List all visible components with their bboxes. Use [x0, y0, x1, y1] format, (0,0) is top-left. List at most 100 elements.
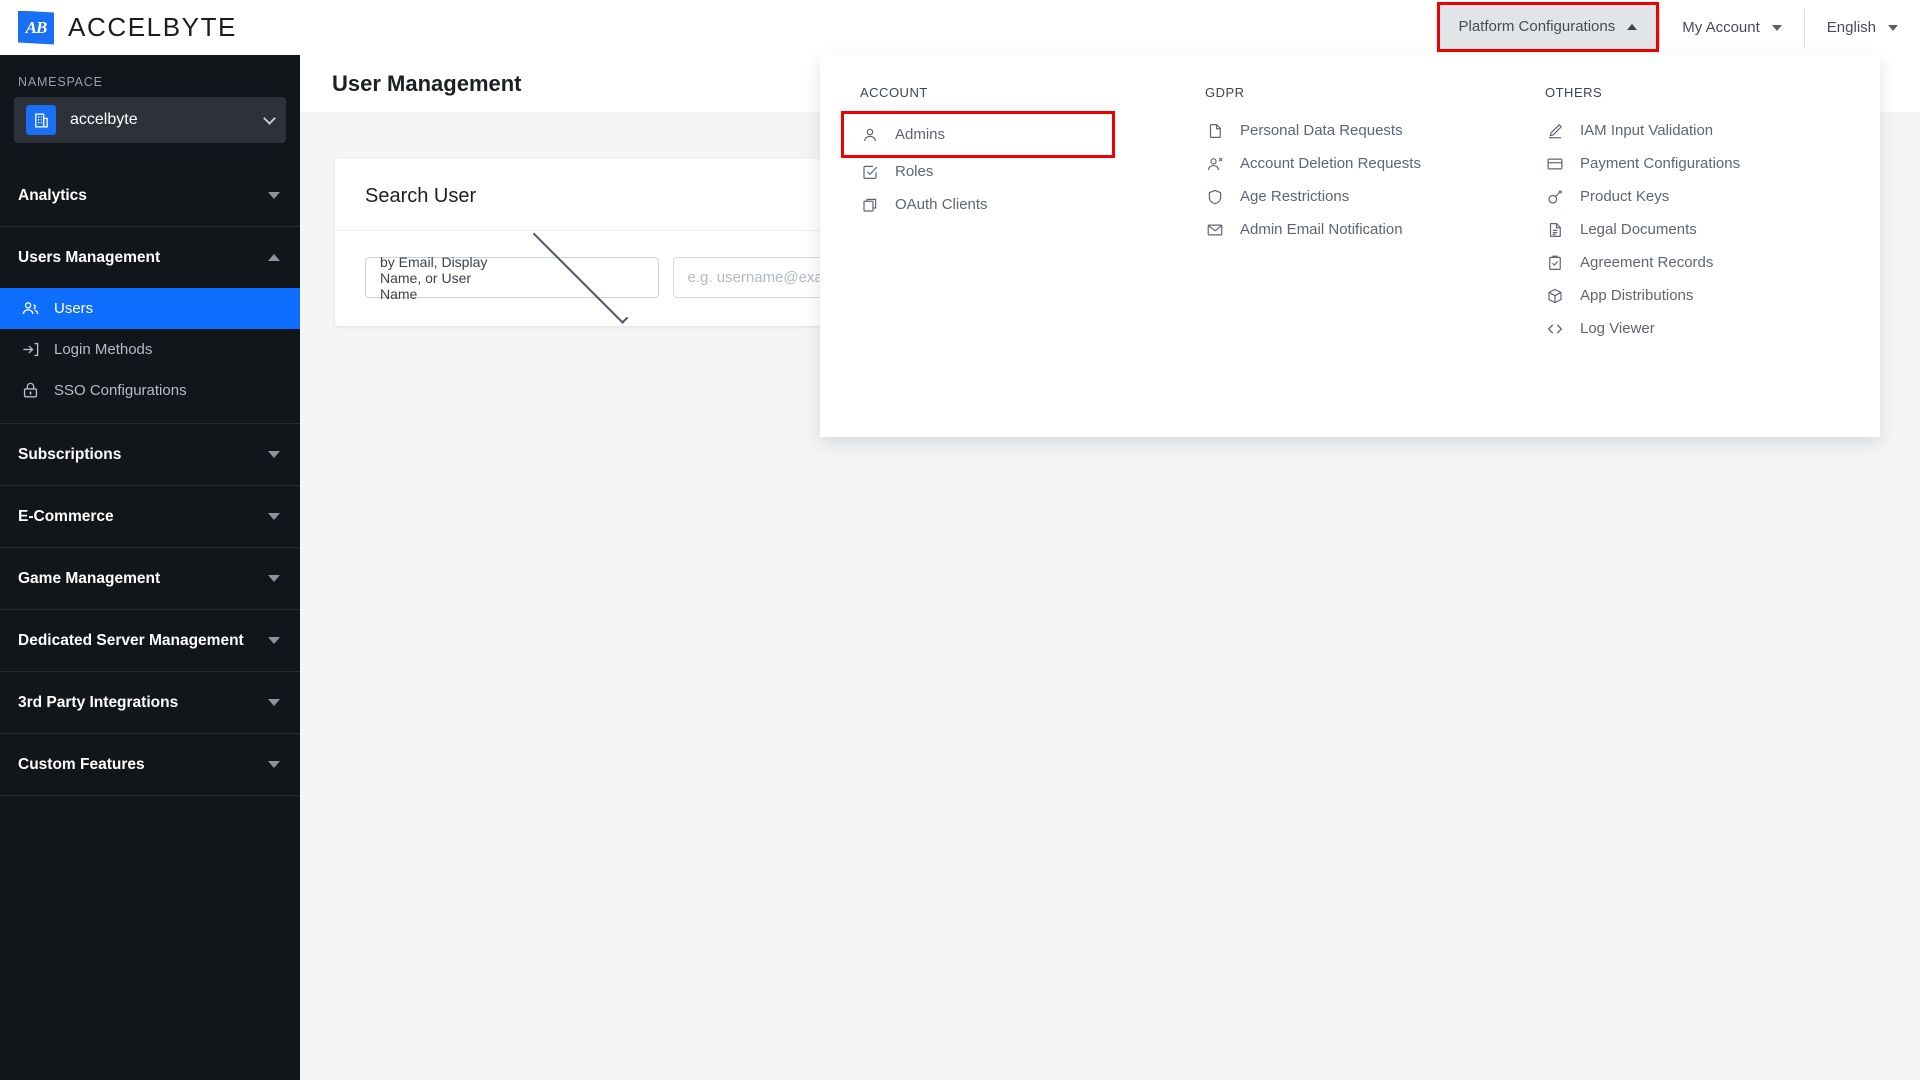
menu-item-account-deletion-requests[interactable]: Account Deletion Requests [1205, 147, 1505, 180]
namespace-label: NAMESPACE [18, 75, 103, 89]
checkbox-icon [860, 162, 879, 181]
menu-item-admin-email-notification[interactable]: Admin Email Notification [1205, 213, 1505, 246]
chevron-down-icon [532, 227, 628, 324]
person-remove-icon [1205, 154, 1224, 173]
brand-name-text: ACCELBYTE [68, 12, 238, 42]
sidebar-group-label: E-Commerce [18, 507, 114, 525]
sidebar-group-label: Custom Features [18, 755, 145, 773]
header-menu-group: Platform Configurations My Account Engli… [1436, 0, 1920, 55]
chevron-down-icon [263, 111, 276, 125]
copy-icon [860, 195, 879, 214]
chevron-up-icon [1627, 23, 1638, 30]
menu-item-label: Admins [895, 126, 946, 143]
chevron-down-icon [268, 699, 280, 706]
dropdown-column-account: ACCOUNT Admins Roles OAuth Clients [820, 85, 1165, 437]
language-menu[interactable]: English [1805, 0, 1920, 55]
sidebar-group-label: Users Management [18, 248, 161, 266]
chevron-down-icon [268, 451, 280, 458]
namespace-value: accelbyte [70, 111, 138, 128]
chevron-down-icon [268, 192, 280, 199]
menu-item-label: Payment Configurations [1580, 155, 1741, 172]
chevron-down-icon [268, 575, 280, 582]
page-title: User Management [332, 70, 522, 96]
search-criteria-value: by Email, Display Name, or User Name [380, 253, 488, 302]
accelbyte-logo-icon: AB [18, 10, 54, 45]
dropdown-column-heading: OTHERS [1545, 85, 1603, 100]
menu-item-label: Roles [895, 163, 934, 180]
menu-item-agreement-records[interactable]: Agreement Records [1545, 246, 1880, 279]
menu-item-label: IAM Input Validation [1580, 122, 1714, 139]
platform-configurations-label: Platform Configurations [1458, 18, 1616, 35]
sidebar-group-e-commerce[interactable]: E-Commerce [0, 486, 300, 547]
menu-item-label: Admin Email Notification [1240, 221, 1403, 238]
chevron-down-icon [1888, 24, 1898, 31]
logo-mark-text: AB [25, 17, 48, 37]
code-brackets-icon [1545, 319, 1564, 338]
file-icon [1205, 121, 1224, 140]
sidebar-item-sso-configurations[interactable]: SSO Configurations [0, 370, 300, 411]
sidebar-navigation: NAMESPACE accelbyte Analytics Users Mana… [0, 55, 300, 1080]
menu-item-label: Log Viewer [1580, 320, 1655, 337]
menu-item-label: Account Deletion Requests [1240, 155, 1421, 172]
sidebar-group-dedicated-server-management[interactable]: Dedicated Server Management [0, 610, 300, 671]
sidebar-group-analytics[interactable]: Analytics [0, 165, 300, 226]
sidebar-group-subscriptions[interactable]: Subscriptions [0, 424, 300, 485]
clipboard-check-icon [1545, 253, 1564, 272]
menu-item-label: OAuth Clients [895, 196, 988, 213]
credit-card-icon [1545, 154, 1564, 173]
sidebar-item-label: Users [54, 300, 94, 317]
dropdown-column-others: OTHERS IAM Input Validation Payment Conf… [1505, 85, 1880, 437]
menu-item-payment-configurations[interactable]: Payment Configurations [1545, 147, 1880, 180]
sidebar-group-3rd-party-integrations[interactable]: 3rd Party Integrations [0, 672, 300, 733]
menu-item-iam-input-validation[interactable]: IAM Input Validation [1545, 114, 1880, 147]
sidebar-divider [0, 795, 300, 796]
menu-item-roles[interactable]: Roles [860, 155, 1165, 188]
menu-item-personal-data-requests[interactable]: Personal Data Requests [1205, 114, 1505, 147]
dropdown-column-gdpr: GDPR Personal Data Requests Account Dele… [1165, 85, 1505, 437]
document-text-icon [1545, 220, 1564, 239]
chevron-down-icon [268, 513, 280, 520]
envelope-icon [1205, 220, 1224, 239]
brand-logo[interactable]: AB ACCELBYTE [0, 10, 300, 45]
menu-item-product-keys[interactable]: Product Keys [1545, 180, 1880, 213]
platform-configurations-dropdown-panel: ACCOUNT Admins Roles OAuth Clients GDPR … [820, 55, 1880, 437]
platform-configurations-menu[interactable]: Platform Configurations [1436, 1, 1660, 52]
users-icon [20, 299, 40, 319]
sidebar-group-label: Game Management [18, 569, 161, 587]
namespace-selector[interactable]: accelbyte [14, 97, 286, 143]
sidebar-group-label: Dedicated Server Management [18, 631, 244, 649]
chevron-down-icon [268, 637, 280, 644]
sidebar-group-label: Subscriptions [18, 445, 122, 463]
top-header-bar: AB ACCELBYTE Platform Configurations My … [0, 0, 1920, 55]
shield-icon [1205, 187, 1224, 206]
language-label: English [1826, 19, 1876, 36]
menu-item-label: Agreement Records [1580, 254, 1714, 271]
sidebar-group-label: 3rd Party Integrations [18, 693, 179, 711]
box-icon [1545, 286, 1564, 305]
menu-item-legal-documents[interactable]: Legal Documents [1545, 213, 1880, 246]
building-icon [26, 105, 56, 135]
sidebar-item-login-methods[interactable]: Login Methods [0, 329, 300, 370]
menu-item-label: Legal Documents [1580, 221, 1697, 238]
menu-item-label: Age Restrictions [1240, 188, 1350, 205]
sidebar-group-custom-features[interactable]: Custom Features [0, 734, 300, 795]
menu-item-admins[interactable]: Admins [841, 111, 1115, 158]
sidebar-group-label: Analytics [18, 186, 87, 204]
key-icon [1545, 187, 1564, 206]
search-criteria-select[interactable]: by Email, Display Name, or User Name [365, 227, 659, 324]
menu-item-oauth-clients[interactable]: OAuth Clients [860, 188, 1165, 221]
dropdown-column-heading: GDPR [1205, 85, 1245, 100]
sidebar-group-users-management[interactable]: Users Management [0, 227, 300, 288]
menu-item-app-distributions[interactable]: App Distributions [1545, 279, 1880, 312]
menu-item-label: Product Keys [1580, 188, 1670, 205]
sidebar-item-users[interactable]: Users [0, 288, 300, 329]
menu-item-label: App Distributions [1580, 287, 1694, 304]
sidebar-item-label: SSO Configurations [54, 382, 187, 399]
sidebar-group-game-management[interactable]: Game Management [0, 548, 300, 609]
menu-item-age-restrictions[interactable]: Age Restrictions [1205, 180, 1505, 213]
menu-item-log-viewer[interactable]: Log Viewer [1545, 312, 1880, 345]
my-account-menu[interactable]: My Account [1660, 0, 1804, 55]
person-icon [860, 125, 879, 144]
